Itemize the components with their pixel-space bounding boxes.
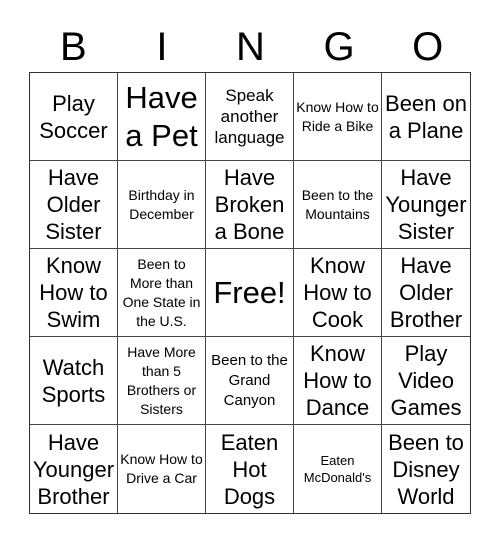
bingo-cell[interactable]: Eaten McDonald's	[294, 425, 382, 513]
bingo-cell[interactable]: Know How to Dance	[294, 337, 382, 425]
bingo-cell[interactable]: Play Video Games	[382, 337, 470, 425]
bingo-cell-label: Been to More than One State in the U.S.	[122, 255, 201, 329]
bingo-cell-label: Have More than 5 Brothers or Sisters	[126, 343, 197, 417]
bingo-cell[interactable]: Been on a Plane	[382, 73, 470, 161]
bingo-cell[interactable]: Birthday in December	[118, 161, 206, 249]
bingo-cell-label: Eaten McDonald's	[303, 453, 372, 485]
bingo-cell[interactable]: Know How to Drive a Car	[118, 425, 206, 513]
bingo-cell[interactable]: Know How to Swim	[30, 249, 118, 337]
bingo-cell-label: Watch Sports	[41, 354, 106, 407]
bingo-cell-label: Play Video Games	[390, 341, 462, 420]
bingo-cell[interactable]: Been to the Mountains	[294, 161, 382, 249]
bingo-cell-label: Have Older Brother	[389, 253, 463, 332]
bingo-cell-label: Have Broken a Bone	[214, 165, 285, 244]
bingo-cell[interactable]: Have Older Sister	[30, 161, 118, 249]
bingo-cell[interactable]: Watch Sports	[30, 337, 118, 425]
bingo-cell[interactable]: Been to the Grand Canyon	[206, 337, 294, 425]
bingo-cell-label: Have Younger Sister	[385, 165, 467, 244]
bingo-cell-label: Know How to Swim	[39, 253, 108, 332]
bingo-cell-label: Know How to Drive a Car	[120, 451, 203, 486]
header-letter-o: O	[412, 25, 444, 69]
bingo-cell[interactable]: Have Younger Brother	[30, 425, 118, 513]
bingo-cell-label: Been to the Grand Canyon	[211, 351, 288, 409]
bingo-cell[interactable]: Know How to Cook	[294, 249, 382, 337]
bingo-cell-label: Know How to Dance	[303, 341, 372, 420]
bingo-cell[interactable]: Been to More than One State in the U.S.	[118, 249, 206, 337]
header-letter-n: N	[236, 25, 265, 69]
bingo-cell-label: Have Younger Brother	[32, 429, 115, 509]
bingo-cell[interactable]: Have Younger Sister	[382, 161, 470, 249]
bingo-cell-label: Have a Pet	[125, 79, 198, 153]
bingo-cell[interactable]: Been to Disney World	[382, 425, 470, 513]
bingo-cell[interactable]: Have Broken a Bone	[206, 161, 294, 249]
bingo-cell[interactable]: Have More than 5 Brothers or Sisters	[118, 337, 206, 425]
header-letter-i: I	[156, 25, 168, 69]
bingo-cell-label: Eaten Hot Dogs	[220, 429, 279, 509]
bingo-header: B I N G O	[29, 22, 472, 72]
bingo-cell-label: Been to the Mountains	[301, 186, 374, 222]
bingo-cell[interactable]: Have Older Brother	[382, 249, 470, 337]
bingo-cell[interactable]: Eaten Hot Dogs	[206, 425, 294, 513]
header-letter-b: B	[59, 25, 87, 69]
bingo-cell-label: Free!	[213, 274, 286, 310]
bingo-cell[interactable]: Speak another language	[206, 73, 294, 161]
bingo-cell[interactable]: Have a Pet	[118, 73, 206, 161]
bingo-cell-label: Been on a Plane	[385, 90, 467, 143]
bingo-cell-label: Birthday in December	[128, 186, 195, 222]
bingo-cell-label: Know How to Cook	[303, 253, 372, 332]
bingo-cell-label: Been to Disney World	[388, 429, 464, 509]
free-space-cell[interactable]: Free!	[206, 249, 294, 337]
bingo-cell-label: Speak another language	[214, 86, 285, 147]
bingo-cell-label: Know How to Ride a Bike	[296, 98, 379, 134]
bingo-cell-label: Play Soccer	[39, 90, 108, 143]
header-letter-g: G	[323, 25, 355, 69]
bingo-cell-label: Have Older Sister	[45, 165, 102, 244]
bingo-cell[interactable]: Know How to Ride a Bike	[294, 73, 382, 161]
bingo-card-grid: Play Soccer Have a Pet Speak another langu…	[29, 72, 471, 514]
bingo-cell[interactable]: Play Soccer	[30, 73, 118, 161]
